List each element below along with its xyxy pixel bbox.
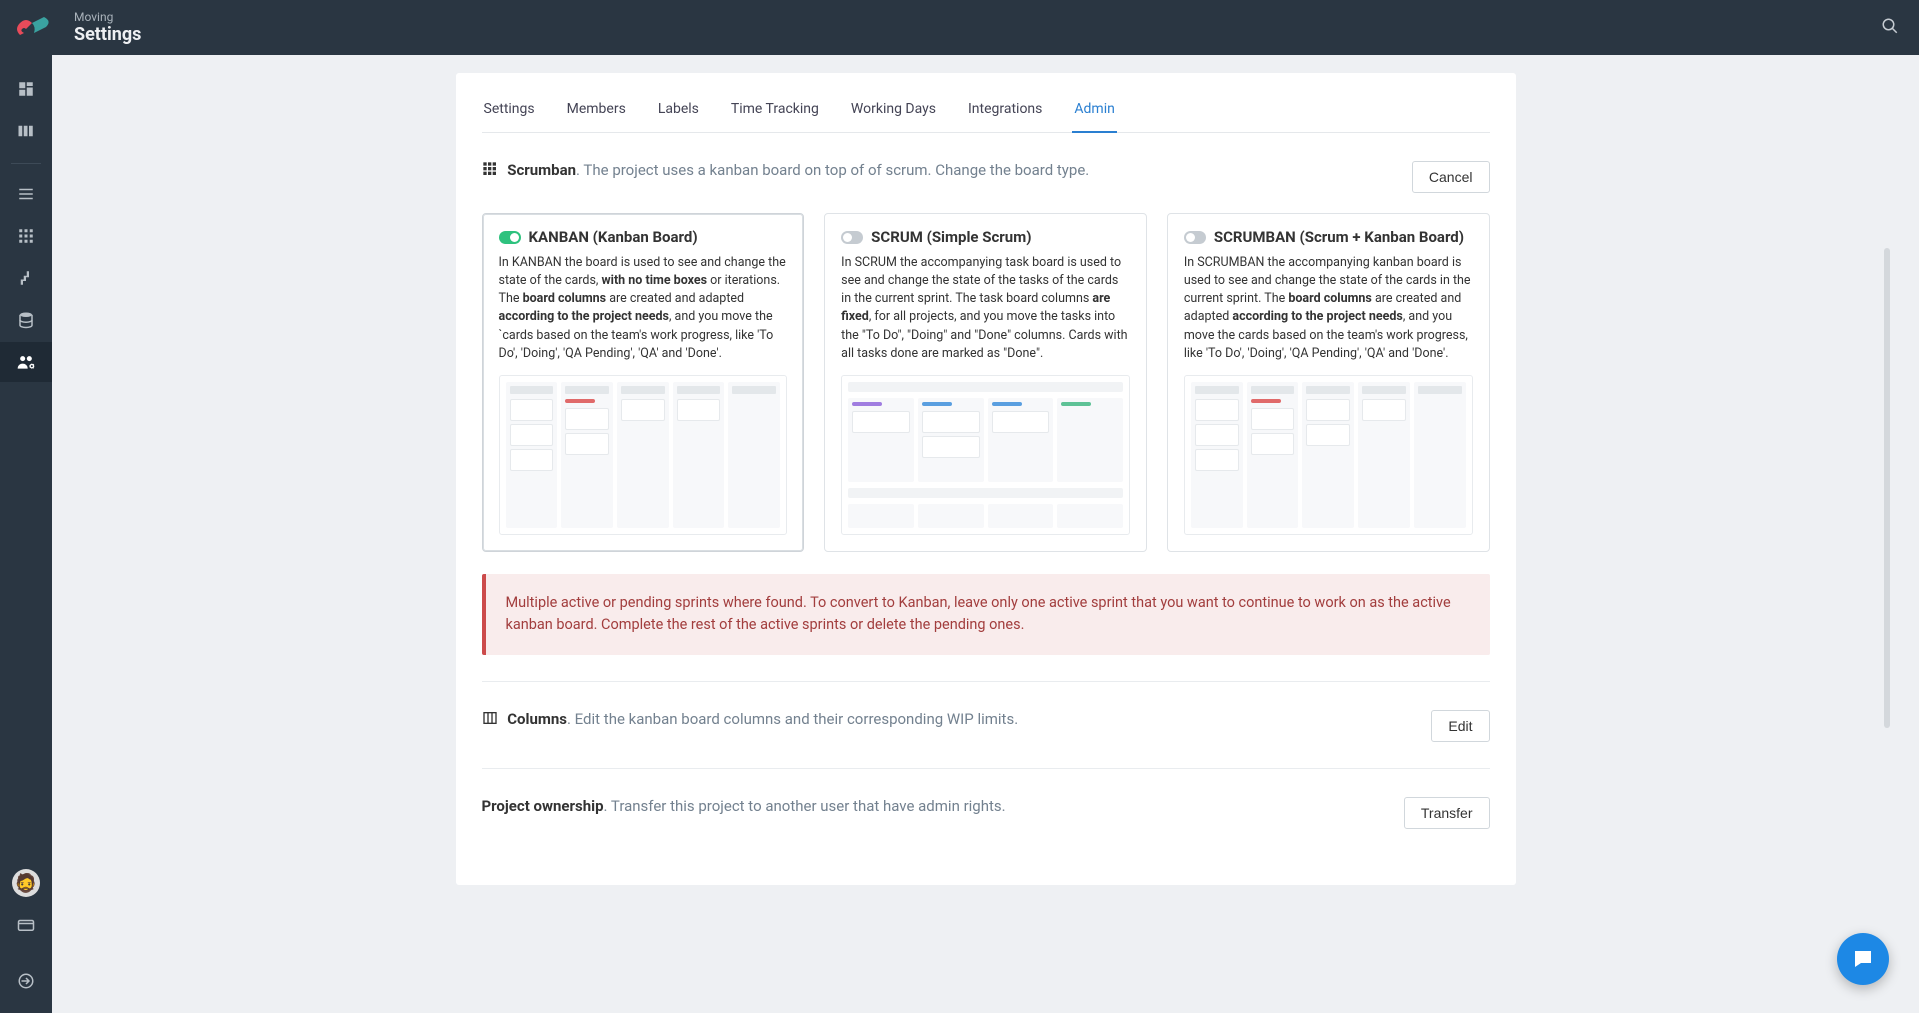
sidebar-avatar[interactable]: 🧔 <box>0 863 52 903</box>
card-desc: In SCRUMBAN the accompanying kanban boar… <box>1184 254 1473 363</box>
card-title: SCRUM (Simple Scrum) <box>871 228 1031 246</box>
tab-members[interactable]: Members <box>565 91 628 132</box>
settings-panel: Settings Members Labels Time Tracking Wo… <box>456 73 1516 885</box>
section-title: Columns <box>507 710 567 728</box>
tab-working-days[interactable]: Working Days <box>849 91 938 132</box>
section-title: Project ownership <box>482 797 604 815</box>
page-title: Settings <box>74 24 141 45</box>
sidebar-item-dashboard[interactable] <box>0 69 52 109</box>
app-logo[interactable] <box>12 13 52 43</box>
sidebar-item-logout[interactable] <box>0 961 52 1001</box>
section-desc: . Transfer this project to another user … <box>604 797 1006 815</box>
section-columns: Columns. Edit the kanban board columns a… <box>482 682 1490 769</box>
search-icon[interactable] <box>1881 17 1899 39</box>
sidebar-item-list[interactable] <box>0 174 52 214</box>
sidebar-item-boards[interactable] <box>0 111 52 151</box>
columns-icon <box>482 710 498 726</box>
card-title: SCRUMBAN (Scrum + Kanban Board) <box>1214 228 1464 246</box>
toggle-off-icon <box>841 231 863 244</box>
tabs: Settings Members Labels Time Tracking Wo… <box>482 73 1490 133</box>
tab-settings[interactable]: Settings <box>482 91 537 132</box>
tab-admin[interactable]: Admin <box>1072 91 1116 133</box>
sidebar: 🧔 <box>0 55 52 1013</box>
section-title: Scrumban <box>507 161 576 179</box>
sidebar-item-sprints[interactable] <box>0 258 52 298</box>
warning-alert: Multiple active or pending sprints where… <box>482 574 1490 655</box>
section-desc: . The project uses a kanban board on top… <box>576 161 1089 179</box>
section-ownership: Project ownership. Transfer this project… <box>482 769 1490 855</box>
page-body: Settings Members Labels Time Tracking Wo… <box>52 55 1919 945</box>
edit-columns-button[interactable]: Edit <box>1431 710 1489 742</box>
sidebar-divider <box>11 163 41 164</box>
tab-labels[interactable]: Labels <box>656 91 701 132</box>
card-desc: In KANBAN the board is used to see and c… <box>499 254 788 363</box>
scrumban-preview <box>1184 375 1473 535</box>
tab-time-tracking[interactable]: Time Tracking <box>729 91 821 132</box>
kanban-preview <box>499 375 788 535</box>
toggle-off-icon <box>1184 231 1206 244</box>
card-title: KANBAN (Kanban Board) <box>529 228 698 246</box>
scrum-preview <box>841 375 1130 535</box>
chat-icon <box>1851 947 1875 971</box>
grid-icon <box>482 161 498 177</box>
board-option-kanban[interactable]: KANBAN (Kanban Board) In KANBAN the boar… <box>482 213 805 552</box>
breadcrumb: Moving <box>74 10 141 24</box>
scrollbar[interactable] <box>1884 248 1890 728</box>
board-option-scrumban[interactable]: SCRUMBAN (Scrum + Kanban Board) In SCRUM… <box>1167 213 1490 552</box>
sidebar-item-database[interactable] <box>0 300 52 340</box>
sidebar-item-billing[interactable] <box>0 905 52 945</box>
toggle-on-icon <box>499 231 521 244</box>
sidebar-item-team-settings[interactable] <box>0 342 52 382</box>
page-title-block: Moving Settings <box>74 10 141 45</box>
section-desc: . Edit the kanban board columns and thei… <box>567 710 1018 728</box>
topbar: Moving Settings <box>0 0 1919 55</box>
sidebar-item-grid[interactable] <box>0 216 52 256</box>
section-board-type: Scrumban. The project uses a kanban boar… <box>482 133 1490 682</box>
chat-fab[interactable] <box>1837 933 1889 985</box>
transfer-button[interactable]: Transfer <box>1404 797 1490 829</box>
cancel-button[interactable]: Cancel <box>1412 161 1490 193</box>
tab-integrations[interactable]: Integrations <box>966 91 1044 132</box>
board-option-scrum[interactable]: SCRUM (Simple Scrum) In SCRUM the accomp… <box>824 213 1147 552</box>
card-desc: In SCRUM the accompanying task board is … <box>841 254 1130 363</box>
